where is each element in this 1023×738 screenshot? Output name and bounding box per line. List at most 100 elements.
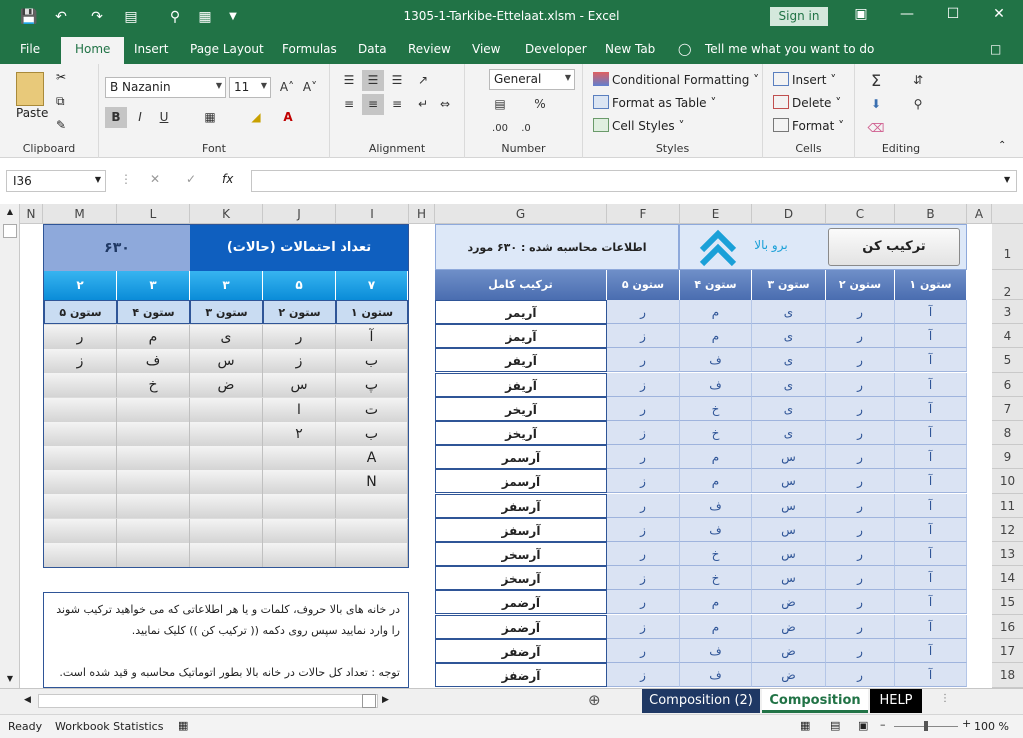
- input-cell[interactable]: [117, 542, 190, 567]
- result-cell[interactable]: آ: [895, 300, 967, 324]
- row-header[interactable]: 1: [992, 224, 1023, 270]
- input-cell[interactable]: [190, 446, 263, 470]
- input-cell[interactable]: [117, 518, 190, 543]
- accessibility-icon[interactable]: ▦: [178, 719, 188, 732]
- combination-cell[interactable]: آرسخز: [435, 566, 607, 591]
- vertical-scrollbar[interactable]: [0, 204, 20, 688]
- row-header[interactable]: 13: [992, 542, 1023, 567]
- row-header[interactable]: 5: [992, 348, 1023, 373]
- result-cell[interactable]: ر: [826, 542, 895, 566]
- fill-icon[interactable]: ⬇: [865, 94, 887, 115]
- result-cell[interactable]: ر: [826, 445, 895, 470]
- result-cell[interactable]: ی: [752, 300, 826, 324]
- input-cell[interactable]: ت: [336, 397, 408, 422]
- input-cell[interactable]: [44, 518, 117, 543]
- insert-function-icon[interactable]: fx: [222, 172, 233, 186]
- result-cell[interactable]: ر: [607, 445, 680, 470]
- result-cell[interactable]: خ: [680, 566, 752, 591]
- column-header[interactable]: M: [43, 204, 117, 224]
- tab-formulas[interactable]: Formulas: [282, 42, 337, 56]
- result-cell[interactable]: ی: [752, 348, 826, 373]
- result-cell[interactable]: ی: [752, 372, 826, 397]
- cancel-icon[interactable]: ✕: [150, 172, 160, 186]
- combination-cell[interactable]: آرسفر: [435, 493, 607, 518]
- row-header[interactable]: 9: [992, 445, 1023, 470]
- row-header[interactable]: 3: [992, 300, 1023, 325]
- vertical-scroll-thumb[interactable]: [3, 224, 17, 238]
- cell-styles-button[interactable]: Cell Styles ˅: [593, 118, 684, 133]
- align-right-icon[interactable]: ≡: [386, 94, 408, 115]
- combination-cell[interactable]: آریفز: [435, 372, 607, 397]
- result-cell[interactable]: ر: [826, 493, 895, 518]
- result-cell[interactable]: م: [680, 445, 752, 470]
- format-painter-icon[interactable]: ✎: [56, 118, 66, 132]
- column-header[interactable]: B: [895, 204, 967, 224]
- input-cell[interactable]: ب: [336, 349, 408, 374]
- result-cell[interactable]: ف: [680, 517, 752, 542]
- result-cell[interactable]: ر: [826, 300, 895, 324]
- result-cell[interactable]: ز: [607, 469, 680, 494]
- result-cell[interactable]: ف: [680, 493, 752, 518]
- result-cell[interactable]: ض: [752, 614, 826, 639]
- column-header[interactable]: C: [826, 204, 895, 224]
- result-cell[interactable]: ز: [607, 421, 680, 445]
- result-cell[interactable]: ر: [826, 396, 895, 421]
- result-cell[interactable]: ز: [607, 614, 680, 639]
- result-cell[interactable]: ز: [607, 517, 680, 542]
- input-cell[interactable]: [44, 542, 117, 567]
- column-header[interactable]: F: [607, 204, 680, 224]
- result-cell[interactable]: آ: [895, 614, 967, 639]
- input-cell[interactable]: [263, 446, 336, 470]
- underline-button[interactable]: U: [153, 107, 175, 128]
- input-cell[interactable]: ر: [44, 325, 117, 349]
- tab-file[interactable]: File: [20, 42, 40, 56]
- paste-icon[interactable]: [16, 72, 44, 106]
- result-cell[interactable]: خ: [680, 542, 752, 566]
- format-as-table-button[interactable]: Format as Table ˅: [593, 95, 716, 110]
- increase-font-icon[interactable]: A˄: [276, 77, 298, 98]
- borders-icon[interactable]: ▦: [199, 107, 221, 128]
- input-cell[interactable]: [44, 397, 117, 422]
- workbook-statistics[interactable]: Workbook Statistics: [55, 720, 163, 733]
- input-cell[interactable]: ف: [117, 349, 190, 374]
- result-cell[interactable]: س: [752, 493, 826, 518]
- result-cell[interactable]: ر: [607, 300, 680, 324]
- result-cell[interactable]: ر: [607, 348, 680, 373]
- sign-in-button[interactable]: Sign in: [770, 7, 828, 26]
- result-cell[interactable]: م: [680, 324, 752, 349]
- result-cell[interactable]: ف: [680, 663, 752, 687]
- input-cell[interactable]: [190, 470, 263, 495]
- input-cell[interactable]: [263, 518, 336, 543]
- combination-cell[interactable]: آرضمز: [435, 614, 607, 639]
- result-cell[interactable]: ر: [607, 638, 680, 663]
- new-sheet-icon[interactable]: ⊕: [588, 691, 601, 709]
- result-cell[interactable]: م: [680, 590, 752, 615]
- percent-icon[interactable]: %: [529, 94, 551, 115]
- decrease-font-icon[interactable]: A˅: [299, 77, 321, 98]
- formula-input[interactable]: [251, 170, 1017, 192]
- enter-icon[interactable]: ✓: [186, 172, 196, 186]
- tab-new-tab[interactable]: New Tab: [605, 42, 655, 56]
- result-cell[interactable]: ز: [607, 372, 680, 397]
- find-select-icon[interactable]: ⚲: [907, 94, 929, 115]
- ribbon-display-icon[interactable]: ▣: [846, 6, 876, 22]
- result-cell[interactable]: آ: [895, 638, 967, 663]
- row-header[interactable]: 10: [992, 469, 1023, 494]
- autosum-icon[interactable]: Σ: [865, 70, 887, 91]
- sheet-menu-icon[interactable]: ⋮: [940, 693, 950, 704]
- row-header[interactable]: 15: [992, 590, 1023, 615]
- input-cell[interactable]: [44, 470, 117, 495]
- result-cell[interactable]: ض: [752, 663, 826, 687]
- row-header[interactable]: 12: [992, 517, 1023, 542]
- column-header[interactable]: E: [680, 204, 752, 224]
- combination-cell[interactable]: آرسخر: [435, 542, 607, 566]
- decrease-decimal-icon[interactable]: .0: [515, 118, 537, 139]
- column-header[interactable]: L: [117, 204, 190, 224]
- row-header[interactable]: 18: [992, 663, 1023, 688]
- result-cell[interactable]: ی: [752, 324, 826, 349]
- input-cell[interactable]: N: [336, 470, 408, 495]
- result-cell[interactable]: ی: [752, 421, 826, 445]
- tab-developer[interactable]: Developer: [525, 42, 587, 56]
- combination-cell[interactable]: آریخز: [435, 421, 607, 445]
- clear-icon[interactable]: ⌫: [865, 118, 887, 139]
